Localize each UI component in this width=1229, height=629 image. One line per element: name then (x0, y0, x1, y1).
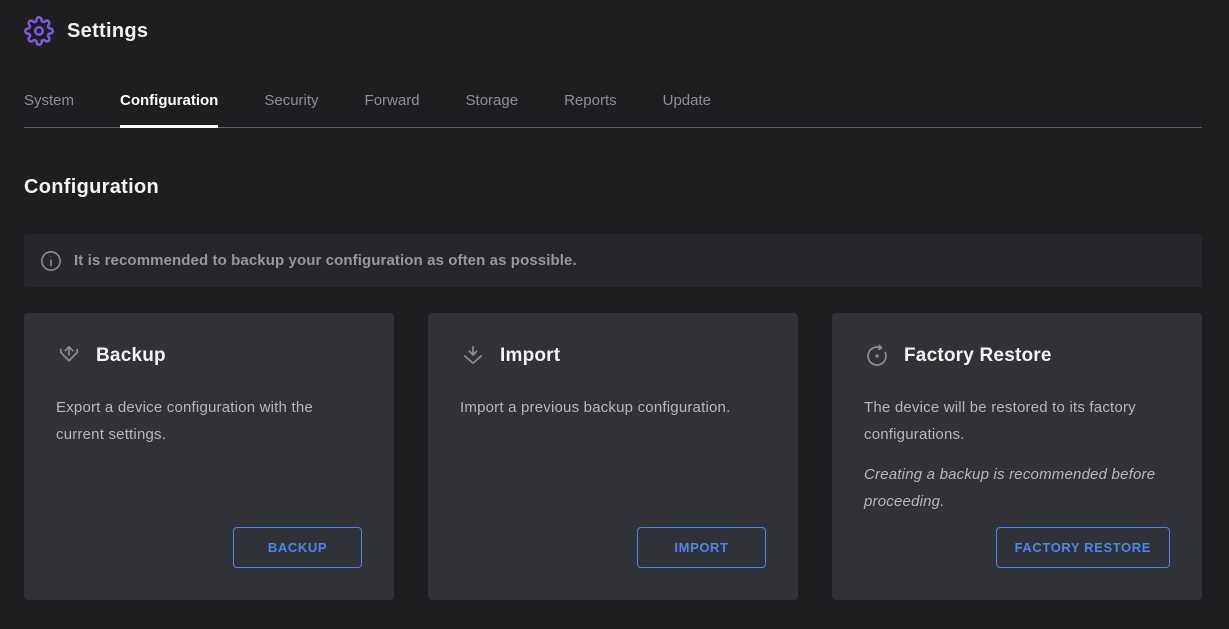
factory-restore-card-header: Factory Restore (864, 343, 1170, 369)
page-title: Configuration (24, 176, 1202, 199)
configuration-cards: Backup Export a device configuration wit… (24, 313, 1202, 600)
tab-bar: System Configuration Security Forward St… (24, 92, 1202, 128)
backup-card-header: Backup (56, 343, 362, 369)
import-card-header: Import (460, 343, 766, 369)
tab-storage[interactable]: Storage (466, 92, 519, 127)
factory-restore-card-note: Creating a backup is recommended before … (864, 461, 1170, 515)
tab-forward[interactable]: Forward (365, 92, 420, 127)
factory-restore-button[interactable]: FACTORY RESTORE (996, 527, 1170, 568)
factory-restore-card-description: The device will be restored to its facto… (864, 394, 1170, 448)
tab-system[interactable]: System (24, 92, 74, 127)
import-card-title: Import (500, 345, 560, 367)
upload-icon (56, 343, 82, 369)
tab-security[interactable]: Security (264, 92, 318, 127)
info-icon (40, 250, 62, 272)
info-banner: It is recommended to backup your configu… (24, 234, 1202, 287)
backup-card-description: Export a device configuration with the c… (56, 394, 362, 448)
tab-configuration[interactable]: Configuration (120, 92, 218, 127)
tab-update[interactable]: Update (663, 92, 711, 127)
backup-card: Backup Export a device configuration wit… (24, 313, 394, 600)
app-header: Settings (24, 0, 1202, 46)
settings-gear-icon (24, 16, 54, 46)
backup-button[interactable]: BACKUP (233, 527, 362, 568)
download-icon (460, 343, 486, 369)
info-banner-text: It is recommended to backup your configu… (74, 252, 577, 269)
restore-icon (864, 343, 890, 369)
import-card: Import Import a previous backup configur… (428, 313, 798, 600)
app-title: Settings (67, 20, 148, 43)
tab-reports[interactable]: Reports (564, 92, 617, 127)
import-button[interactable]: IMPORT (637, 527, 766, 568)
factory-restore-card-title: Factory Restore (904, 345, 1052, 367)
import-card-description: Import a previous backup configuration. (460, 394, 766, 421)
factory-restore-card: Factory Restore The device will be resto… (832, 313, 1202, 600)
settings-page: Settings System Configuration Security F… (0, 0, 1229, 600)
backup-card-title: Backup (96, 345, 166, 367)
